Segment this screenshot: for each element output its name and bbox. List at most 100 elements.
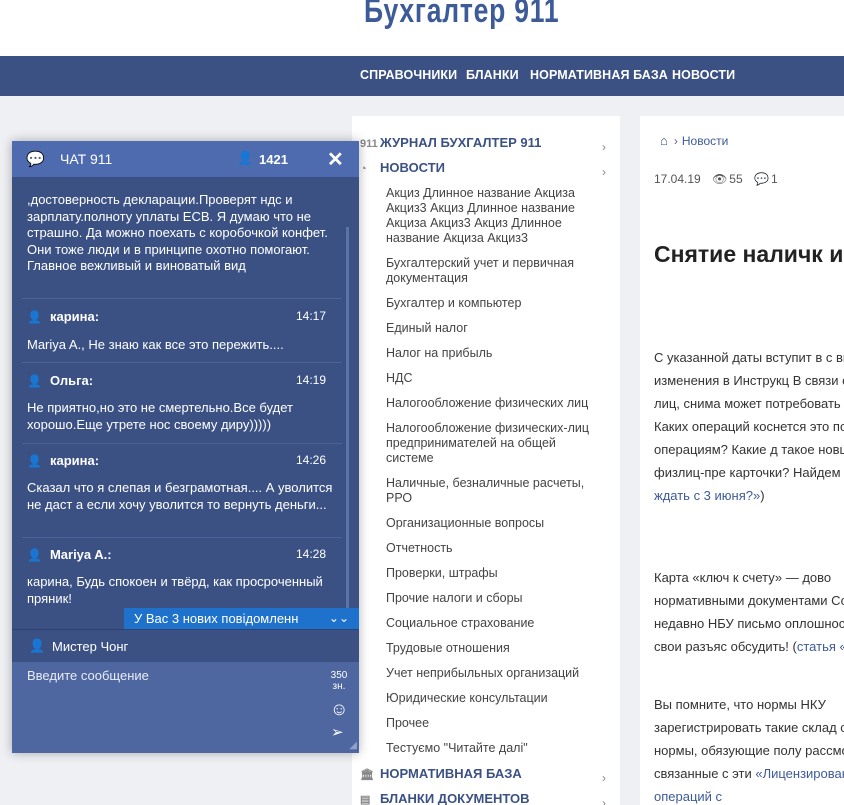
nav-item-forms[interactable]: БЛАНКИ	[466, 68, 519, 82]
menu-item[interactable]: Прочие налоги и сборы	[386, 591, 598, 606]
institution-icon: 🏛	[360, 769, 374, 781]
paragraph-text: )	[760, 488, 765, 503]
eye-icon: 👁	[712, 172, 728, 186]
main-nav: СПРАВОЧНИКИ БЛАНКИ НОРМАТИВНАЯ БАЗА НОВО…	[0, 56, 844, 96]
message-author[interactable]: 👤 Ольга:	[27, 373, 93, 388]
menu-item[interactable]: Прочее	[386, 716, 598, 731]
chat-header[interactable]: 💬 ЧАТ 911 👤 1421 ✕	[12, 141, 359, 177]
online-count: 1421	[259, 152, 288, 167]
current-user-row: 👤 Мистер Чонг	[12, 629, 359, 662]
article-paragraph: Карта «ключ к счету» — дово нормативными…	[654, 566, 844, 658]
menu-item[interactable]: Социальное страхование	[386, 616, 598, 631]
menu-section-news[interactable]: ◔ НОВОСТИ	[360, 160, 445, 175]
divider	[22, 362, 342, 363]
article: ⌂ › Новости 17.04.19 👁 55 💬 1 Снятие наличк …	[640, 116, 844, 805]
comments-count[interactable]: 1	[771, 172, 778, 186]
message-time: 14:26	[295, 453, 326, 467]
menu-item[interactable]: Юридические консультации	[386, 691, 598, 706]
menu-section-label: БЛАНКИ ДОКУМЕНТОВ	[380, 791, 530, 805]
menu-item[interactable]: Тестуємо "Читайте далі"	[386, 741, 598, 756]
menu-item[interactable]: Налог на прибыль	[386, 346, 598, 361]
comment-icon: 💬	[754, 172, 769, 186]
author-name: карина:	[49, 453, 100, 468]
breadcrumb-link[interactable]: Новости	[682, 134, 728, 148]
views-count: 55	[729, 172, 743, 186]
chevron-right-icon[interactable]: ›	[602, 165, 606, 179]
user-icon: 👤	[27, 310, 42, 324]
article-paragraph: Вы помните, что нормы НКУ зарегистрирова…	[654, 693, 844, 805]
sidebar-menu: 911 ЖУРНАЛ БУХГАЛТЕР 911 › ◔ НОВОСТИ › Акц…	[352, 116, 620, 805]
menu-section-regulatory-base[interactable]: 🏛 НОРМАТИВНАЯ БАЗА	[360, 766, 522, 781]
article-link[interactable]: статья «Карта «кл	[797, 639, 844, 654]
input-placeholder: Введите сообщение	[27, 668, 149, 683]
article-date: 17.04.19	[654, 172, 701, 186]
nav-item-handbooks[interactable]: СПРАВОЧНИКИ	[360, 68, 457, 82]
user-icon: 👤	[27, 548, 42, 562]
message-text: карина, Будь спокоен и твёрд, как просро…	[27, 574, 323, 606]
menu-item[interactable]: Единый налог	[386, 321, 598, 336]
chat-bubbles-icon: 💬	[26, 151, 45, 168]
double-chevron-down-icon: ⌄⌄	[328, 611, 349, 625]
menu-item[interactable]: Организационные вопросы	[386, 516, 598, 531]
current-user-name: Мистер Чонг	[52, 639, 129, 654]
divider	[22, 537, 342, 538]
message-author[interactable]: 👤 карина:	[27, 309, 99, 324]
user-icon: 👤	[29, 638, 46, 653]
article-paragraph: С указанной даты вступит в с внесет изме…	[654, 346, 844, 507]
menu-item[interactable]: Проверки, штрафы	[386, 566, 598, 581]
smile-icon[interactable]: ☺	[330, 699, 348, 720]
author-name: Mariya A.:	[49, 547, 112, 562]
author-name: Ольга:	[49, 373, 94, 388]
chat-scrollbar[interactable]	[346, 227, 349, 629]
message-author[interactable]: 👤 карина:	[27, 453, 99, 468]
chat-messages[interactable]: ,достоверность декларации.Проверят ндс и…	[12, 177, 359, 629]
author-name: карина:	[49, 309, 100, 324]
divider	[22, 298, 342, 299]
user-icon: 👤	[27, 454, 42, 468]
char-count: 350	[330, 670, 348, 681]
char-counter: 350 зн.	[330, 670, 348, 692]
chat-widget: 💬 ЧАТ 911 👤 1421 ✕ ,достоверность деклар…	[12, 141, 359, 753]
menu-item[interactable]: Налогообложение физических-лиц предприни…	[386, 421, 598, 466]
chevron-right-icon[interactable]: ›	[602, 796, 606, 805]
article-link[interactable]: ждать с 3 июня?»	[654, 488, 760, 503]
send-icon[interactable]: ➢	[331, 723, 344, 741]
menu-item[interactable]: Налогообложение физических лиц	[386, 396, 598, 411]
menu-item[interactable]: Учет неприбыльных организаций	[386, 666, 598, 681]
menu-section-journal[interactable]: 911 ЖУРНАЛ БУХГАЛТЕР 911	[360, 135, 541, 150]
menu-item[interactable]: Акциз Длинное название Акциза Акциз3 Акц…	[386, 186, 598, 246]
menu-item[interactable]: Бухгалтер и компьютер	[386, 296, 598, 311]
site-logo[interactable]: Бухгалтер 911	[364, 0, 559, 31]
message-text: Сказал что я слепая и безграмотная.... А…	[27, 480, 333, 512]
message-text: ,достоверность декларации.Проверят ндс и…	[27, 192, 328, 273]
document-icon: ▤	[360, 794, 371, 805]
divider	[22, 443, 342, 444]
message-text: Mariya A., Не знаю как все это пережить.…	[27, 337, 284, 352]
nav-item-regulatory-base[interactable]: НОРМАТИВНАЯ БАЗА	[530, 68, 668, 82]
logo-911-icon: 911	[360, 138, 378, 150]
home-icon[interactable]: ⌂	[660, 133, 668, 148]
article-meta: 17.04.19 👁 55 💬 1	[654, 172, 786, 186]
resize-handle-icon[interactable]: ◢	[349, 740, 357, 751]
menu-section-document-forms[interactable]: ▤ БЛАНКИ ДОКУМЕНТОВ	[360, 791, 530, 805]
menu-item[interactable]: Наличные, безналичные расчеты, РРО	[386, 476, 598, 506]
menu-section-label: НОВОСТИ	[380, 160, 446, 175]
chevron-right-icon[interactable]: ›	[602, 771, 606, 785]
message-text: Не приятно,но это не смертельно.Все буде…	[27, 400, 293, 432]
chevron-right-icon[interactable]: ›	[602, 140, 606, 154]
message-time: 14:17	[295, 309, 326, 323]
menu-section-label: ЖУРНАЛ БУХГАЛТЕР 911	[380, 135, 542, 150]
menu-section-label: НОРМАТИВНАЯ БАЗА	[380, 766, 522, 781]
nav-item-news[interactable]: НОВОСТИ	[672, 68, 735, 82]
new-messages-notice[interactable]: У Вас 3 нових повідомленн ⌄⌄	[124, 608, 359, 629]
close-icon[interactable]: ✕	[327, 147, 344, 172]
chat-title: ЧАТ 911	[60, 151, 113, 167]
menu-item[interactable]: Трудовые отношения	[386, 641, 598, 656]
chevron-right-icon: ›	[673, 134, 678, 148]
menu-item[interactable]: Отчетность	[386, 541, 598, 556]
menu-item[interactable]: НДС	[386, 371, 598, 386]
message-input[interactable]: Введите сообщение 350 зн. ☺ ➢ ◢	[12, 662, 359, 753]
paragraph-text: С указанной даты вступит в с внесет изме…	[654, 350, 844, 480]
message-author[interactable]: 👤 Mariya A.:	[27, 547, 112, 562]
menu-item[interactable]: Бухгалтерский учет и первичная документа…	[386, 256, 598, 286]
